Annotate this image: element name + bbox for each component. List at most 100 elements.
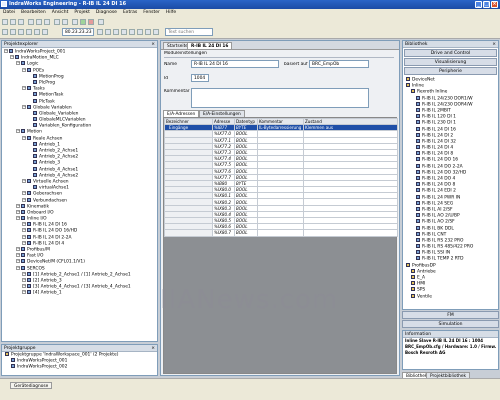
close-icon[interactable]: ×	[491, 1, 498, 8]
visualisierung-button[interactable]: Visualisierung	[404, 58, 497, 66]
tab-module[interactable]: R-IB IL 24 DI 16	[187, 42, 233, 49]
tool-f-icon[interactable]	[42, 29, 48, 35]
save-icon[interactable]	[18, 19, 24, 25]
library-item[interactable]: Ventile	[404, 293, 497, 300]
tool-g-icon[interactable]	[97, 29, 103, 35]
close-icon[interactable]: ×	[492, 41, 496, 48]
menu-diagnose[interactable]: Diagnose	[93, 9, 120, 17]
id-field[interactable]: 1004	[191, 74, 209, 82]
offline-icon[interactable]	[88, 19, 94, 25]
open-icon[interactable]	[10, 19, 16, 25]
menu-projekt[interactable]: Projekt	[71, 9, 93, 17]
library-item-label: R-IB IL 24 DI 16	[422, 127, 456, 132]
library-item-label: R-IB IL 24 SEG	[422, 201, 454, 207]
expand-icon[interactable]: −	[22, 271, 26, 276]
expand-icon[interactable]: −	[16, 259, 20, 264]
tab-ea-einstellungen[interactable]: E/A-Einstellungen	[199, 110, 245, 117]
expand-icon[interactable]: −	[16, 247, 20, 251]
expand-icon[interactable]: −	[22, 135, 26, 140]
tree-item[interactable]: − [4] Antrieb_1	[2, 290, 157, 296]
name-field[interactable]: R-IB IL 24 DI 16	[191, 60, 279, 68]
tool-i-icon[interactable]	[113, 29, 119, 35]
tool-m-icon[interactable]	[145, 29, 151, 35]
expand-icon[interactable]: −	[16, 216, 20, 221]
maximize-icon[interactable]: □	[483, 1, 490, 8]
tree-item-label: Profibus/M	[27, 247, 50, 253]
menu-hilfe[interactable]: Hilfe	[163, 9, 179, 17]
tab-ea-adressen[interactable]: E/A-Adressen	[163, 110, 200, 117]
expand-icon[interactable]: −	[22, 284, 26, 289]
folder-icon	[406, 262, 410, 267]
expand-icon[interactable]: −	[22, 228, 26, 233]
tree-item-label: Globale_Variablen	[39, 111, 79, 117]
expand-icon[interactable]: −	[4, 49, 8, 53]
table-row[interactable]: %IX80.7 BOOL	[164, 229, 398, 237]
simulation-button[interactable]: Simulation	[402, 320, 499, 328]
expand-icon[interactable]: −	[16, 253, 20, 258]
build-icon[interactable]	[72, 19, 78, 25]
close-icon[interactable]: ×	[151, 345, 155, 352]
expand-icon[interactable]: −	[22, 222, 26, 227]
fm-button[interactable]: FM	[402, 311, 499, 319]
menu-fenster[interactable]: Fenster	[140, 9, 163, 17]
based-on-field[interactable]: BRC_EmpOb	[309, 60, 369, 68]
expand-icon[interactable]: −	[22, 234, 26, 239]
menu-ansicht[interactable]: Ansicht	[49, 9, 72, 17]
tool-n-icon[interactable]	[153, 29, 159, 35]
tree-item-label: R-IB IL 24 DO 16/HD	[33, 228, 78, 234]
expand-icon[interactable]: −	[22, 104, 26, 109]
tool-d-icon[interactable]	[26, 29, 32, 35]
expand-icon[interactable]: −	[22, 86, 26, 91]
menu-bearbeiten[interactable]: Bearbeiten	[18, 9, 49, 17]
expand-icon[interactable]: −	[22, 67, 26, 72]
expand-icon[interactable]: −	[16, 203, 20, 208]
expand-icon[interactable]: −	[16, 265, 20, 270]
minimize-icon[interactable]: _	[475, 1, 482, 8]
undo-icon[interactable]	[54, 19, 60, 25]
tool-k-icon[interactable]	[129, 29, 135, 35]
expand-icon[interactable]: −	[22, 197, 26, 202]
tab-geraetediagnose[interactable]: Gerätediagnose	[10, 382, 53, 389]
watermark: IIANews.com	[160, 285, 339, 315]
paste-icon[interactable]	[44, 19, 50, 25]
peripherie-button[interactable]: Peripherie	[404, 67, 497, 75]
based-on-label: basiert auf	[284, 62, 308, 67]
tool-e-icon[interactable]	[34, 29, 40, 35]
expand-icon[interactable]: −	[16, 209, 20, 214]
tool-a-icon[interactable]	[2, 29, 8, 35]
expand-icon[interactable]: −	[22, 277, 26, 282]
library-item-label: R-IB IL SSI IN	[422, 250, 451, 256]
project-group-item[interactable]: IndraWorksProject_002	[2, 364, 157, 370]
help-icon[interactable]	[98, 19, 104, 25]
cut-icon[interactable]	[28, 19, 34, 25]
tool-j-icon[interactable]	[121, 29, 127, 35]
expand-icon[interactable]: −	[22, 240, 26, 245]
new-icon[interactable]	[2, 19, 8, 25]
text-search-field[interactable]: Text suchen	[165, 28, 213, 36]
tool-b-icon[interactable]	[10, 29, 16, 35]
menu-extras[interactable]: Extras	[120, 9, 140, 17]
expand-icon[interactable]: −	[16, 61, 20, 66]
expand-icon[interactable]: −	[22, 191, 26, 196]
col-datentyp[interactable]: Datentyp	[234, 117, 258, 126]
comment-label: Kommentar	[164, 89, 190, 94]
redo-icon[interactable]	[62, 19, 68, 25]
expand-icon[interactable]: −	[22, 178, 26, 183]
tool-c-icon[interactable]	[18, 29, 24, 35]
library-item-label: Ventile	[417, 294, 433, 300]
close-icon[interactable]: ×	[151, 41, 155, 48]
drive-and-control-button[interactable]: Drive and Control	[404, 49, 497, 57]
expand-icon[interactable]: −	[22, 290, 26, 295]
comment-field[interactable]	[191, 88, 369, 108]
menu-datei[interactable]: Datei	[0, 9, 18, 17]
online-icon[interactable]	[80, 19, 86, 25]
expand-icon[interactable]: −	[10, 55, 14, 60]
address-field[interactable]: 80.23.23.23	[62, 28, 94, 36]
library-item-label: ProfibusDP	[412, 263, 436, 269]
tool-l-icon[interactable]	[137, 29, 143, 35]
information-panel: Information Inline Slave R-IB IL 24 DI 1…	[402, 330, 499, 370]
copy-icon[interactable]	[36, 19, 42, 25]
library-panel: Bibliothek × Drive and Control Visualisie…	[402, 40, 499, 310]
expand-icon[interactable]: −	[16, 129, 20, 134]
tool-h-icon[interactable]	[105, 29, 111, 35]
